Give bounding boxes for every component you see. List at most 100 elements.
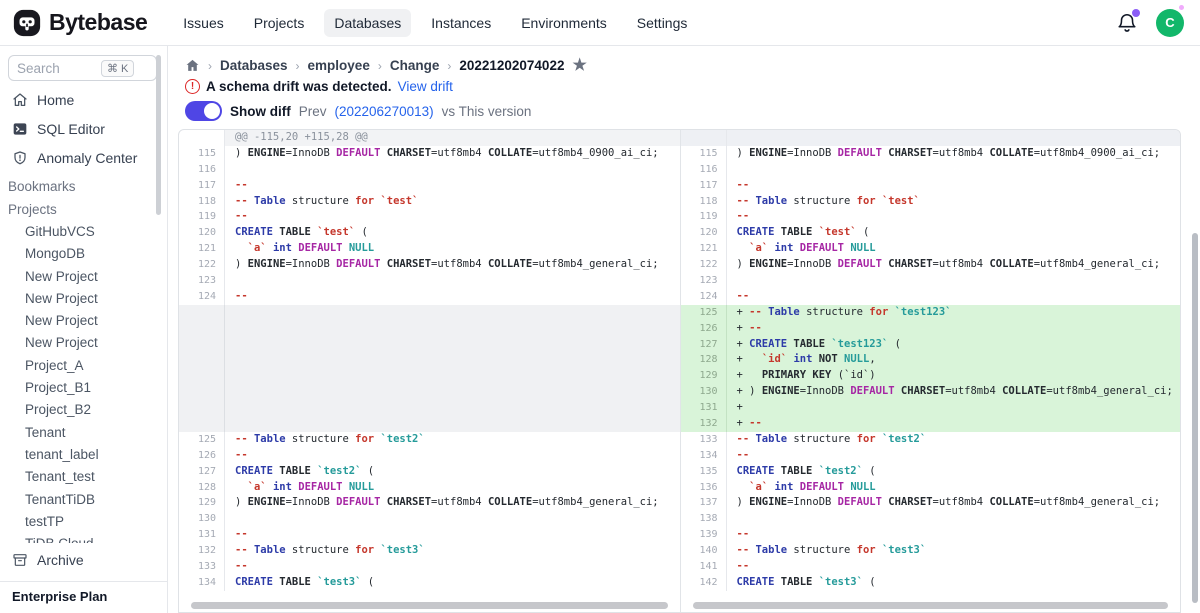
diff-code-line: -- [727,209,1181,225]
diff-row: 134CREATE TABLE `test3` ( [179,575,680,591]
bytebase-logo[interactable]: Bytebase [12,8,147,38]
project-item-tidb-cloud[interactable]: TiDB Cloud [0,533,167,543]
project-item-new-project[interactable]: New Project [0,288,167,310]
diff-line-number: 130 [179,511,225,527]
bookmark-star-icon[interactable]: ★ [572,59,586,73]
project-item-new-project[interactable]: New Project [0,310,167,332]
diff-code-line: ) ENGINE=InnoDB DEFAULT CHARSET=utf8mb4 … [727,146,1181,162]
diff-line-number: 126 [179,448,225,464]
diff-row-spacer [179,305,680,321]
diff-line-number [179,400,225,416]
notifications-bell-icon[interactable] [1116,12,1138,34]
diff-code-line: -- Table structure for `test3` [727,543,1181,559]
diff-row: 121 `a` int DEFAULT NULL [179,241,680,257]
project-item-project-b2[interactable]: Project_B2 [0,399,167,421]
show-diff-toggle[interactable] [185,101,222,121]
diff-line-number [179,368,225,384]
diff-line-number: 135 [681,464,727,480]
diff-line-number: 123 [681,273,727,289]
diff-row: 134-- [681,448,1181,464]
project-item-testtp[interactable]: testTP [0,511,167,533]
diff-horizontal-scrollbar[interactable] [191,602,668,609]
project-item-mongodb[interactable]: MongoDB [0,243,167,265]
main-nav: Issues Projects Databases Instances Environm… [173,9,697,37]
sidebar-item-label: Anomaly Center [37,150,137,166]
diff-code-line: + -- [727,416,1181,432]
breadcrumb-separator: › [378,59,382,73]
project-item-project-a[interactable]: Project_A [0,355,167,377]
sidebar-item-home[interactable]: Home [4,86,163,114]
project-item-githubvcs[interactable]: GitHubVCS [0,221,167,243]
diff-code-line: CREATE TABLE `test` ( [225,225,680,241]
prev-version-link[interactable]: (202206270013) [335,104,434,119]
diff-code-line: + ) ENGINE=InnoDB DEFAULT CHARSET=utf8mb… [727,384,1181,400]
crumb-employee[interactable]: employee [308,58,370,73]
diff-code-line: -- [727,527,1181,543]
diff-row: 115) ENGINE=InnoDB DEFAULT CHARSET=utf8m… [179,146,680,162]
diff-row: 125-- Table structure for `test2` [179,432,680,448]
sidebar-item-anomaly-center[interactable]: Anomaly Center [4,144,163,172]
nav-item-databases[interactable]: Databases [324,9,411,37]
project-item-tenant[interactable]: Tenant [0,422,167,444]
diff-code-line: -- [225,527,680,543]
diff-code-line [225,273,680,289]
diff-code-line: -- [727,289,1181,305]
navbar-right: C [1116,9,1184,37]
diff-row: 128 `a` int DEFAULT NULL [179,480,680,496]
project-item-tenant-label[interactable]: tenant_label [0,444,167,466]
diff-code-line: -- [225,289,680,305]
archive-label: Archive [37,552,84,568]
diff-line-number [179,384,225,400]
diff-line-number: 122 [179,257,225,273]
diff-row: 136 `a` int DEFAULT NULL [681,480,1181,496]
project-item-tenanttidb[interactable]: TenantTiDB [0,489,167,511]
diff-row: 117-- [681,178,1181,194]
sidebar-scrollbar[interactable] [156,55,161,215]
search-box[interactable]: ⌘ K [8,55,157,81]
diff-code-line: + CREATE TABLE `test123` ( [727,337,1181,353]
diff-code-line [225,352,680,368]
home-crumb-icon[interactable] [185,58,200,73]
nav-item-instances[interactable]: Instances [421,9,501,37]
diff-code-line: + PRIMARY KEY (`id`) [727,368,1181,384]
project-item-tenant-test[interactable]: Tenant_test [0,466,167,488]
diff-pane-current: 115) ENGINE=InnoDB DEFAULT CHARSET=utf8m… [680,130,1181,612]
diff-row: 120CREATE TABLE `test` ( [179,225,680,241]
diff-line-number: 125 [179,432,225,448]
projects-list: GitHubVCSMongoDBNew ProjectNew ProjectNe… [0,221,167,543]
search-input[interactable] [17,61,97,76]
diff-line-number: 140 [681,543,727,559]
crumb-databases[interactable]: Databases [220,58,288,73]
nav-item-environments[interactable]: Environments [511,9,617,37]
diff-line-number: 117 [179,178,225,194]
nav-item-settings[interactable]: Settings [627,9,698,37]
diff-line-number [681,130,727,146]
sql-editor-icon [12,121,28,137]
diff-code-line: + [727,400,1181,416]
nav-item-issues[interactable]: Issues [173,9,233,37]
sidebar-item-sql-editor[interactable]: SQL Editor [4,115,163,143]
diff-row-added: 128+ `id` int NOT NULL, [681,352,1181,368]
enterprise-plan-link[interactable]: Enterprise Plan [0,581,167,613]
diff-horizontal-scrollbar[interactable] [693,602,1169,609]
diff-line-number: 119 [179,209,225,225]
breadcrumb-separator: › [296,59,300,73]
brand-name: Bytebase [49,9,147,36]
window-scrollbar[interactable] [1192,233,1198,603]
diff-row: 140-- Table structure for `test3` [681,543,1181,559]
sidebar: ⌘ K HomeSQL EditorAnomaly Center Bookmar… [0,46,168,613]
diff-line-number: 141 [681,559,727,575]
top-navbar: Bytebase Issues Projects Databases Instance… [0,0,1200,46]
diff-code-line: -- [225,209,680,225]
project-item-new-project[interactable]: New Project [0,332,167,354]
view-drift-link[interactable]: View drift [398,79,453,94]
diff-code-line [225,400,680,416]
project-item-project-b1[interactable]: Project_B1 [0,377,167,399]
nav-item-projects[interactable]: Projects [244,9,315,37]
diff-code-line [727,273,1181,289]
project-item-new-project[interactable]: New Project [0,266,167,288]
user-avatar[interactable]: C [1156,9,1184,37]
crumb-change[interactable]: Change [390,58,440,73]
sidebar-item-archive[interactable]: Archive [4,545,163,575]
diff-row: 124-- [681,289,1181,305]
